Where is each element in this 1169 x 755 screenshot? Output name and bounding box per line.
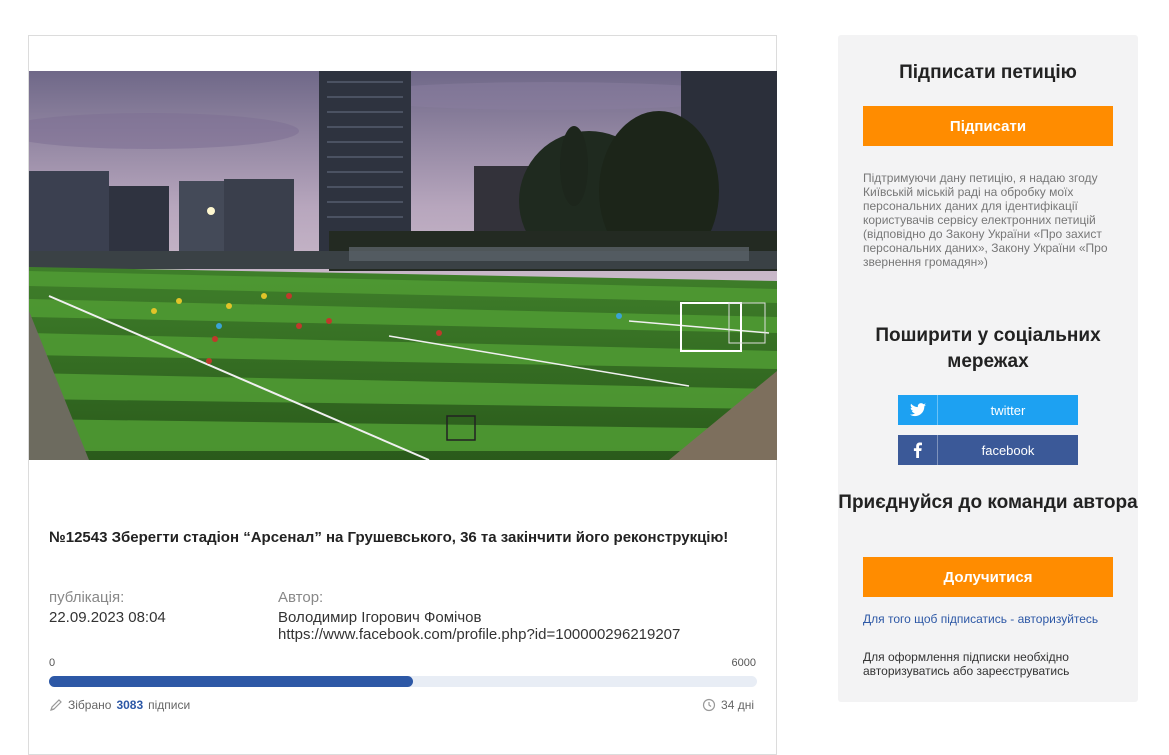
publication-date: 22.09.2023 08:04	[49, 609, 166, 626]
login-link[interactable]: Для того щоб підписатись - авторизуйтесь	[863, 612, 1113, 626]
facebook-icon	[898, 435, 938, 465]
stadium-photo	[29, 71, 777, 460]
sidebar: Підписати петицію Підписати Підтримуючи …	[838, 35, 1138, 702]
collected-suffix: підписи	[148, 698, 191, 712]
clock-icon	[702, 698, 716, 712]
facebook-label: facebook	[981, 442, 1035, 458]
join-button[interactable]: Долучитися	[863, 557, 1113, 597]
author-label: Автор:	[278, 589, 324, 606]
join-heading: Приєднуйся до команди автора	[838, 492, 1138, 513]
progress-max: 6000	[731, 657, 756, 669]
signature-progress-bar	[49, 676, 757, 687]
pen-icon	[50, 699, 62, 711]
collected-stat: Зібрано 3083 підписи	[49, 698, 190, 712]
twitter-share-button[interactable]: twitter	[898, 395, 1078, 425]
petition-title: №12543 Зберегти стадіон “Арсенал” на Гру…	[49, 529, 729, 546]
register-note: Для оформлення підписки необхідно автори…	[863, 650, 1070, 678]
days-left: 34 дні	[721, 698, 754, 712]
publication-label: публікація:	[49, 589, 125, 606]
twitter-label: twitter	[990, 402, 1026, 418]
sign-button[interactable]: Підписати	[863, 106, 1113, 146]
author-profile-link[interactable]: https://www.facebook.com/profile.php?id=…	[278, 626, 680, 643]
signature-progress-fill	[49, 676, 413, 687]
progress-min: 0	[49, 657, 56, 669]
author-name[interactable]: Володимир Ігорович Фомічов	[278, 609, 481, 626]
collected-count: 3083	[116, 698, 144, 712]
collected-prefix: Зібрано	[68, 698, 112, 712]
twitter-icon	[898, 395, 938, 425]
petition-card: №12543 Зберегти стадіон “Арсенал” на Гру…	[28, 35, 777, 755]
sign-heading: Підписати петицію	[899, 62, 1077, 83]
days-left-stat: 34 дні	[702, 698, 754, 712]
share-heading: Поширити у соціальних мережах	[875, 325, 1101, 372]
facebook-share-button[interactable]: facebook	[898, 435, 1078, 465]
consent-text: Підтримуючи дану петицію, я надаю згоду …	[863, 171, 1108, 269]
